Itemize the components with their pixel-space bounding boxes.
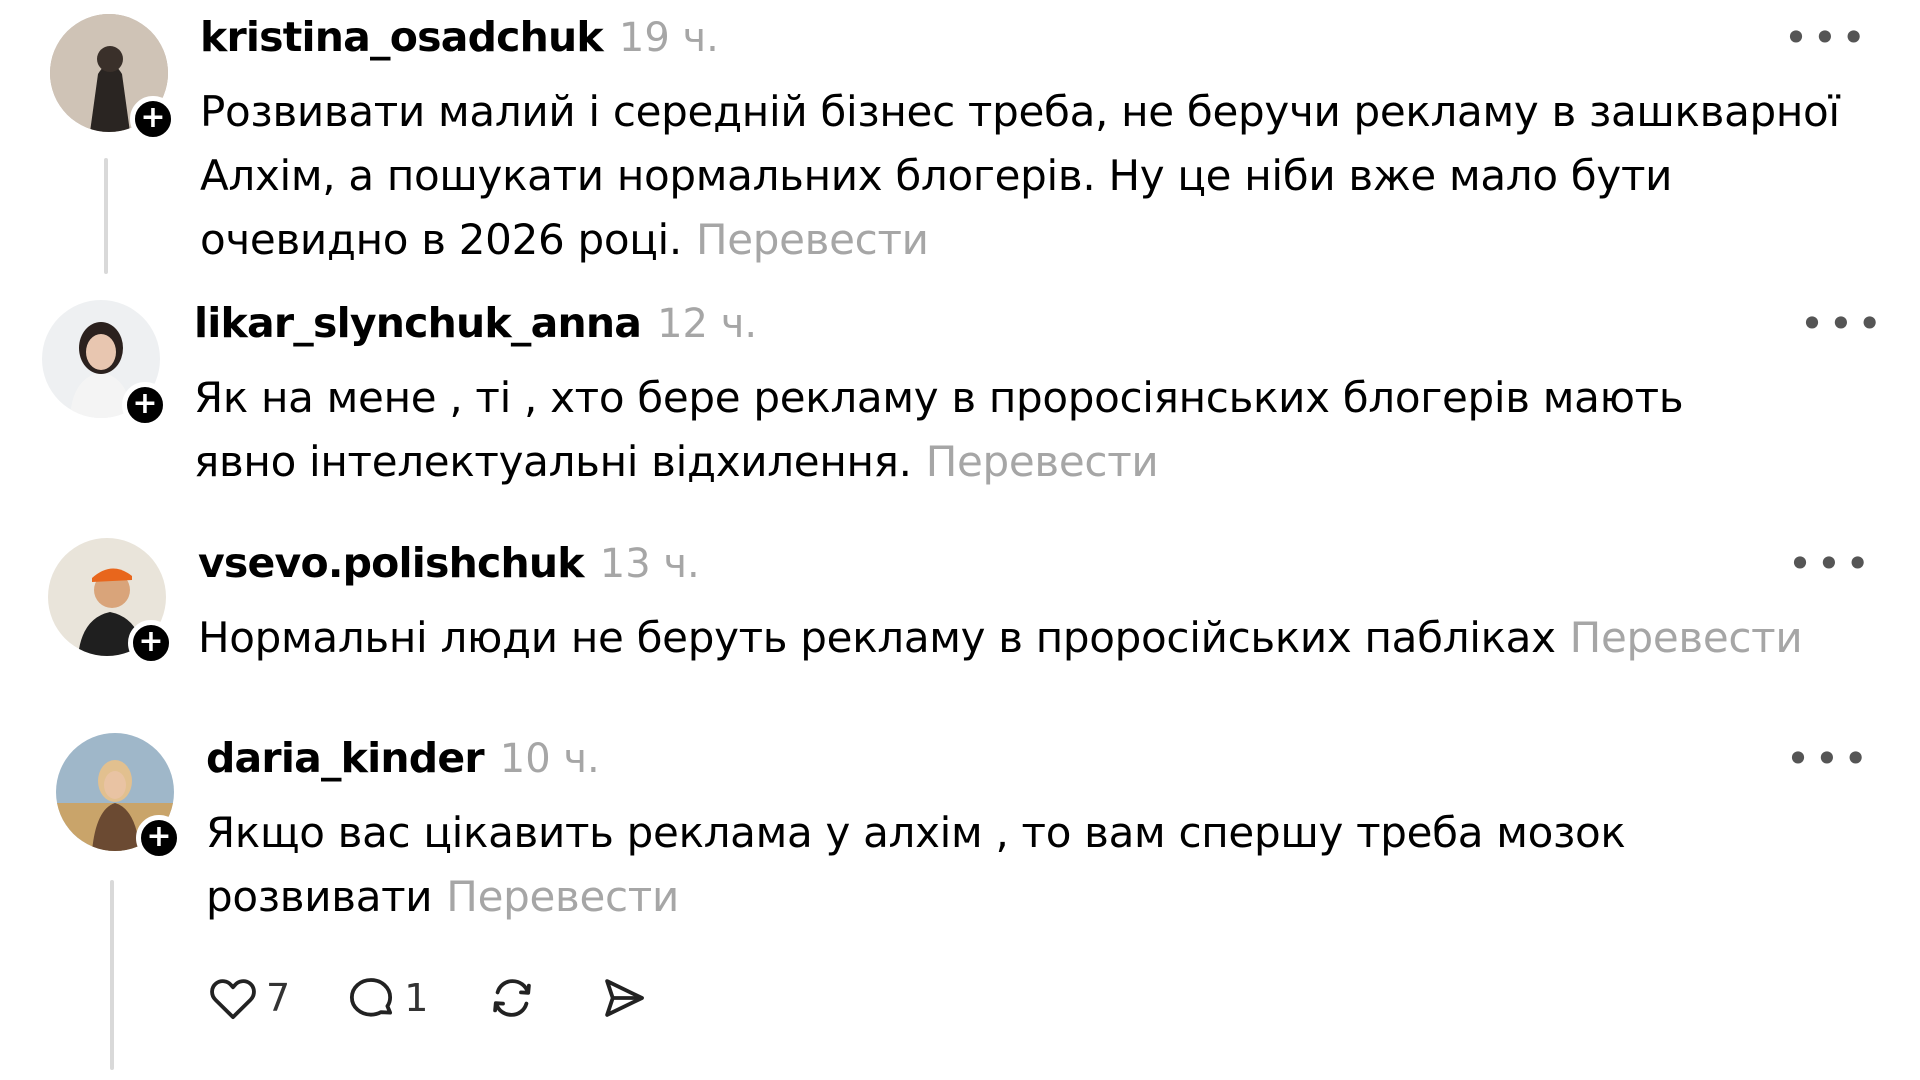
- translate-link[interactable]: Перевести: [696, 215, 929, 264]
- share-button[interactable]: [596, 971, 652, 1025]
- comment-1: + kristina_osadchuk 19 ч. ••• Розвивати м…: [0, 0, 1920, 280]
- more-options-button[interactable]: •••: [1800, 303, 1886, 345]
- reply-button[interactable]: 1: [344, 971, 428, 1025]
- comment-3-avatar-wrap[interactable]: +: [48, 538, 174, 666]
- comment-header: daria_kinder 10 ч.: [206, 733, 600, 792]
- repost-icon: [493, 979, 532, 1017]
- timestamp[interactable]: 13 ч.: [600, 541, 700, 587]
- translate-link[interactable]: Перевести: [926, 437, 1159, 486]
- comment-4: + daria_kinder 10 ч. ••• Якщо вас цікавит…: [0, 725, 1920, 1080]
- comment-2: + likar_slynchuk_anna 12 ч. ••• Як на мен…: [0, 290, 1920, 510]
- thread-line: [104, 158, 108, 274]
- username[interactable]: vsevo.polishchuk: [198, 539, 585, 587]
- more-options-button[interactable]: •••: [1788, 543, 1874, 585]
- username[interactable]: daria_kinder: [206, 734, 485, 782]
- timestamp[interactable]: 12 ч.: [657, 301, 757, 347]
- comment-text: Якщо вас цікавить реклама у алхім , то в…: [206, 808, 1626, 921]
- more-options-button[interactable]: •••: [1784, 17, 1870, 59]
- follow-button[interactable]: +: [130, 96, 176, 142]
- comment-2-avatar-wrap[interactable]: +: [42, 300, 168, 428]
- like-button[interactable]: 7: [206, 971, 290, 1025]
- translate-link[interactable]: Перевести: [446, 872, 679, 921]
- like-count: 7: [266, 976, 291, 1020]
- follow-button[interactable]: +: [128, 620, 174, 666]
- comment-text: Нормальні люди не беруть рекламу в проро…: [198, 613, 1556, 662]
- follow-button[interactable]: +: [122, 382, 168, 428]
- comment-text-block: Якщо вас цікавить реклама у алхім , то в…: [206, 801, 1626, 929]
- comment-text-block: Розвивати малий і середній бізнес треба,…: [200, 80, 1880, 272]
- timestamp[interactable]: 10 ч.: [500, 736, 600, 782]
- username[interactable]: likar_slynchuk_anna: [194, 299, 642, 347]
- comment-1-avatar-wrap[interactable]: +: [50, 14, 176, 142]
- comment-text-block: Нормальні люди не беруть рекламу в проро…: [198, 606, 1888, 670]
- comment-header: kristina_osadchuk 19 ч.: [200, 12, 719, 71]
- timestamp[interactable]: 19 ч.: [619, 15, 719, 61]
- action-bar: 7 1: [206, 971, 706, 1025]
- comment-text: Розвивати малий і середній бізнес треба,…: [200, 87, 1840, 264]
- comment-header: likar_slynchuk_anna 12 ч.: [194, 298, 757, 357]
- more-options-button[interactable]: •••: [1786, 738, 1872, 780]
- comment-header: vsevo.polishchuk 13 ч.: [198, 538, 700, 597]
- follow-button[interactable]: +: [136, 815, 182, 861]
- username[interactable]: kristina_osadchuk: [200, 13, 604, 61]
- thread-line: [110, 880, 114, 1070]
- comment-3: + vsevo.polishchuk 13 ч. ••• Нормальні лю…: [0, 530, 1920, 700]
- repost-button[interactable]: [482, 971, 542, 1025]
- comment-text-block: Як на мене , ті , хто бере рекламу в про…: [194, 366, 1754, 494]
- share-icon: [605, 979, 645, 1017]
- heart-icon: [210, 979, 256, 1020]
- reply-count: 1: [404, 976, 429, 1020]
- translate-link[interactable]: Перевести: [1570, 613, 1803, 662]
- comment-4-avatar-wrap[interactable]: +: [56, 733, 182, 861]
- comment-icon: [350, 978, 393, 1017]
